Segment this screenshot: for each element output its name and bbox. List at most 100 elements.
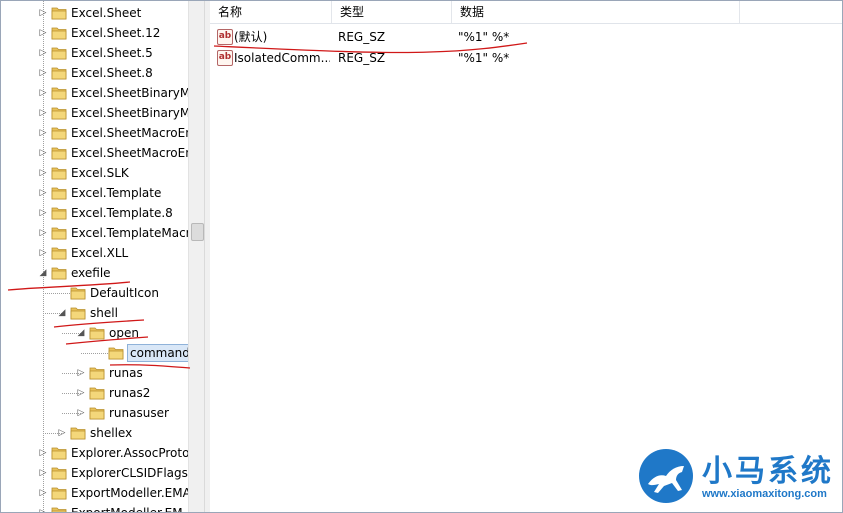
expand-arrow-icon[interactable]: ▷ (38, 87, 48, 99)
registry-values-list[interactable]: 名称 类型 数据 ab (默认) REG_SZ "%1" %* ab Isola… (210, 1, 842, 512)
tree-item[interactable]: DefaultIcon (1, 283, 189, 303)
tree-item[interactable]: ▷ Excel.XLL (1, 243, 189, 263)
folder-icon (51, 165, 67, 180)
expand-arrow-icon[interactable]: ▷ (76, 407, 86, 419)
string-value-icon: ab (217, 29, 233, 45)
tree-item[interactable]: ▷ Excel.SheetMacroEn (1, 143, 189, 163)
expand-arrow-icon[interactable]: ▷ (38, 147, 48, 159)
tree-item-label: ExportModeller.EMA (71, 486, 189, 500)
registry-key-tree[interactable]: ▷ Excel.Sheet ▷ Excel.Sheet.12 ▷ Excel.Sheet.… (1, 1, 189, 512)
tree-item[interactable]: command (1, 343, 189, 363)
tree-item-label: Excel.Template (71, 186, 162, 200)
expand-arrow-icon[interactable]: ▷ (38, 447, 48, 459)
tree-item[interactable]: ▷ Excel.Template (1, 183, 189, 203)
tree-item-label: Excel.SLK (71, 166, 129, 180)
expand-arrow-icon[interactable]: ▷ (76, 387, 86, 399)
tree-item[interactable]: ▷ Excel.Sheet (1, 3, 189, 23)
tree-item[interactable]: ▷ Excel.Sheet.12 (1, 23, 189, 43)
tree-connector (43, 293, 70, 294)
folder-icon (51, 145, 67, 160)
tree-item[interactable]: ▷ runas2 (1, 383, 189, 403)
expand-arrow-icon[interactable]: ▷ (38, 247, 48, 259)
watermark-title: 小马系统 (702, 454, 834, 489)
tree-item[interactable]: ◢ shell (1, 303, 189, 323)
expand-arrow-icon[interactable]: ▷ (38, 7, 48, 19)
expand-arrow-icon[interactable]: ▷ (38, 67, 48, 79)
value-type: REG_SZ (338, 51, 386, 65)
watermark-logo: 小马系统 www.xiaomaxitong.com (636, 444, 840, 510)
folder-icon (89, 325, 105, 340)
expand-arrow-icon[interactable]: ▷ (38, 507, 48, 512)
folder-icon (108, 345, 124, 360)
tree-item[interactable]: ▷ Excel.Template.8 (1, 203, 189, 223)
expand-arrow-icon[interactable]: ▷ (38, 167, 48, 179)
expand-arrow-icon[interactable]: ▷ (38, 27, 48, 39)
folder-icon (51, 85, 67, 100)
expand-arrow-icon[interactable]: ▷ (38, 107, 48, 119)
tree-item-label: exefile (71, 266, 111, 280)
tree-item[interactable]: ▷ Excel.Sheet.8 (1, 63, 189, 83)
folder-icon (51, 105, 67, 120)
tree-item[interactable]: ▷ runasuser (1, 403, 189, 423)
collapse-arrow-icon[interactable]: ◢ (76, 327, 86, 339)
folder-icon (51, 445, 67, 460)
string-value-icon: ab (217, 50, 233, 66)
watermark-url: www.xiaomaxitong.com (702, 488, 827, 500)
tree-item[interactable]: ▷ Excel.TemplateMacr (1, 223, 189, 243)
tree-item[interactable]: ▷ Excel.SLK (1, 163, 189, 183)
value-row[interactable]: ab (默认) REG_SZ "%1" %* (210, 27, 842, 47)
tree-item-label: ExportModeller.EM (70, 505, 184, 512)
folder-icon (51, 225, 67, 240)
expand-arrow-icon[interactable]: ▷ (38, 487, 48, 499)
collapse-arrow-icon[interactable]: ◢ (57, 307, 67, 319)
tree-item[interactable]: ▷ runas (1, 363, 189, 383)
folder-icon (89, 365, 105, 380)
value-row[interactable]: ab IsolatedComm... REG_SZ "%1" %* (210, 48, 842, 68)
tree-item[interactable]: ▷ Excel.SheetMacroEn (1, 123, 189, 143)
tree-item-label: Excel.Sheet.5 (71, 46, 153, 60)
tree-item-label: Excel.XLL (71, 246, 129, 260)
tree-item[interactable]: ▷ ExportModeller.EMA (1, 483, 189, 503)
expand-arrow-icon[interactable]: ▷ (38, 227, 48, 239)
expand-arrow-icon[interactable]: ▷ (38, 127, 48, 139)
folder-icon (51, 485, 67, 500)
folder-icon (51, 185, 67, 200)
tree-item-label: Excel.SheetMacroEn (71, 126, 189, 140)
expand-arrow-icon[interactable]: ▷ (38, 187, 48, 199)
expand-arrow-icon[interactable]: ▷ (38, 467, 48, 479)
tree-item-label: Excel.Template.8 (71, 206, 173, 220)
tree-connector (81, 353, 108, 354)
tree-item-label: Excel.SheetBinaryMa (71, 86, 189, 100)
tree-item-label: DefaultIcon (90, 286, 159, 300)
tree-item-label: runas (109, 366, 143, 380)
tree-item[interactable]: ▷ Excel.Sheet.5 (1, 43, 189, 63)
tree-scrollbar-thumb[interactable] (191, 223, 204, 241)
tree-item[interactable]: ▷ ExplorerCLSIDFlags (1, 463, 189, 483)
tree-item[interactable]: ◢ exefile (1, 263, 189, 283)
value-data: "%1" %* (458, 30, 510, 44)
tree-item[interactable]: ▷ ExportModeller.EM (1, 503, 189, 512)
folder-icon (70, 285, 86, 300)
tree-scrollbar[interactable] (188, 1, 205, 512)
tree-item-label: open (109, 326, 139, 340)
collapse-arrow-icon[interactable]: ◢ (38, 267, 48, 279)
column-header-type[interactable]: 类型 (332, 1, 452, 23)
tree-item[interactable]: ▷ Explorer.AssocProto (1, 443, 189, 463)
expand-arrow-icon[interactable]: ▷ (38, 47, 48, 59)
tree-item-label: Excel.SheetBinaryMa (71, 106, 189, 120)
column-header-data[interactable]: 数据 (452, 1, 740, 23)
tree-item-label: ExplorerCLSIDFlags (71, 466, 188, 480)
expand-arrow-icon[interactable]: ▷ (57, 427, 67, 439)
tree-item[interactable]: ▷ shellex (1, 423, 189, 443)
folder-icon (51, 25, 67, 40)
column-header-name[interactable]: 名称 (210, 1, 332, 23)
tree-item[interactable]: ▷ Excel.SheetBinaryMa (1, 83, 189, 103)
tree-item-label: Excel.Sheet.12 (71, 26, 161, 40)
tree-item[interactable]: ◢ open (1, 323, 189, 343)
tree-item[interactable]: ▷ Excel.SheetBinaryMa (1, 103, 189, 123)
folder-icon (51, 65, 67, 80)
folder-icon (51, 5, 67, 20)
expand-arrow-icon[interactable]: ▷ (76, 367, 86, 379)
expand-arrow-icon[interactable]: ▷ (38, 207, 48, 219)
value-type: REG_SZ (338, 30, 386, 44)
